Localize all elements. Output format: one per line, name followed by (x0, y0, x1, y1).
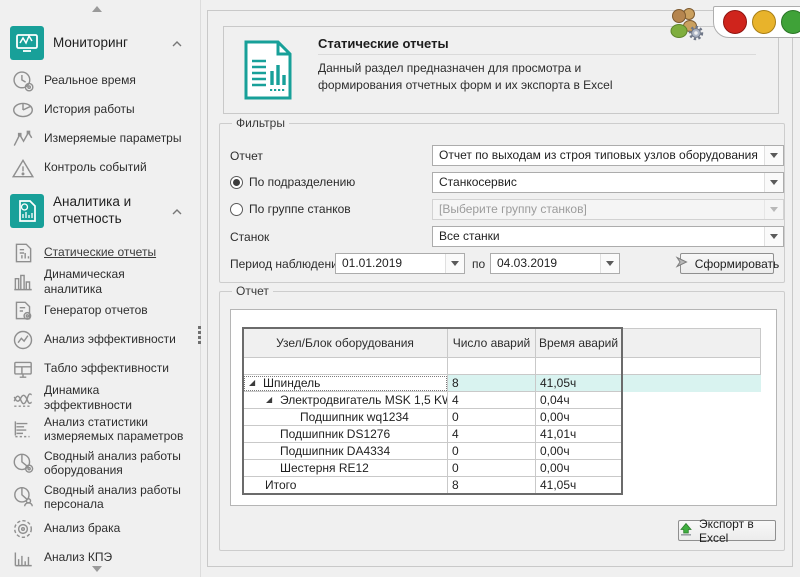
radio-selected-icon[interactable] (230, 176, 243, 189)
pie-person-icon (11, 485, 35, 509)
filters-groupbox: Фильтры Отчет Отчет по выходам из строя … (219, 123, 785, 283)
page-description: Данный раздел предназначен для просмотра… (318, 60, 636, 94)
chevron-up-icon[interactable] (172, 36, 182, 50)
generate-button[interactable]: Сформировать (680, 253, 774, 274)
red-light[interactable] (723, 10, 747, 34)
column-header-failures-time[interactable]: Время аварий (536, 328, 622, 358)
division-select[interactable]: Станкосервис (432, 172, 784, 193)
table-row[interactable]: Электродвигатель MSK 1,5 KW WC 4 0,04ч (243, 392, 761, 409)
report-view: Узел/Блок оборудования Число аварий Врем… (230, 309, 777, 506)
report-label: Отчет (230, 149, 263, 163)
sidebar-item-report-generator[interactable]: Генератор отчетов (0, 296, 196, 325)
report-document-icon (11, 241, 35, 265)
report-table: Узел/Блок оборудования Число аварий Врем… (243, 328, 761, 494)
dropdown-arrow-icon[interactable] (764, 173, 783, 192)
dropdown-arrow-icon[interactable] (764, 146, 783, 165)
sidebar-item-event-control[interactable]: Контроль событий (0, 153, 196, 182)
expand-icon[interactable] (249, 379, 255, 387)
report-page-icon (240, 38, 296, 102)
report-groupbox: Отчет Узел/Блок оборудования Число авари… (219, 291, 785, 551)
pie-gear-icon (11, 451, 35, 475)
machine-select[interactable]: Все станки (432, 226, 784, 247)
splitter-line (200, 0, 201, 577)
table-row[interactable]: Подшипник DS1276 4 41,01ч (243, 426, 761, 443)
sidebar-item-dynamic-analytics[interactable]: Динамическая аналитика (0, 267, 196, 296)
table-row[interactable]: Шпиндель 8 41,05ч (243, 375, 761, 392)
warning-triangle-icon (11, 156, 35, 180)
dashboard-monitor-icon (11, 357, 35, 381)
sidebar-item-summary-equipment[interactable]: Сводный анализ работы оборудования (0, 446, 196, 480)
column-header-failures-count[interactable]: Число аварий (448, 328, 536, 358)
machine-label: Станок (230, 230, 269, 244)
filters-legend: Фильтры (232, 116, 289, 130)
table-row[interactable]: Подшипник DA4334 0 0,00ч (243, 443, 761, 460)
monitoring-icon (10, 26, 44, 60)
radio-unselected-icon[interactable] (230, 203, 243, 216)
table-header-row: Узел/Блок оборудования Число аварий Врем… (243, 328, 761, 358)
period-from-datepicker[interactable]: 01.01.2019 (335, 253, 465, 274)
sidebar-item-realtime[interactable]: Реальное время (0, 66, 196, 95)
sidebar-item-measured-stats-analysis[interactable]: Анализ статистики измеряемых параметров (0, 412, 196, 446)
sidebar-item-measured-parameters[interactable]: Измеряемые параметры (0, 124, 196, 153)
column-header-equipment[interactable]: Узел/Блок оборудования (243, 328, 448, 358)
section-label: Мониторинг (53, 35, 165, 52)
export-excel-button[interactable]: Экспорт в Excel (678, 520, 776, 541)
by-machine-group-radio[interactable]: По группе станков (230, 202, 351, 216)
gear-circle-icon (11, 517, 35, 541)
status-lights (713, 6, 800, 38)
sidebar-item-summary-personnel[interactable]: Сводный анализ работы персонала (0, 480, 196, 514)
dropdown-arrow-icon[interactable] (600, 254, 619, 273)
sidebar-section-analytics[interactable]: Аналитика и отчетность (0, 188, 196, 234)
period-to-datepicker[interactable]: 04.03.2019 (490, 253, 620, 274)
sidebar: Мониторинг Реальное время История работы… (0, 0, 196, 577)
chevron-up-icon[interactable] (172, 204, 182, 218)
line-chart-icon (11, 127, 35, 151)
column-header-empty (622, 328, 761, 358)
title-separator (318, 54, 756, 55)
analytics-icon (10, 194, 44, 228)
dropdown-arrow-icon (764, 200, 783, 219)
report-legend: Отчет (232, 284, 273, 298)
table-row-total[interactable]: Итого 8 41,05ч (243, 477, 761, 494)
bar-chart-icon (11, 270, 35, 294)
histogram-icon (11, 546, 35, 570)
table-row[interactable]: Подшипник wq1234 0 0,00ч (243, 409, 761, 426)
by-division-radio[interactable]: По подразделению (230, 175, 355, 189)
sidebar-item-static-reports[interactable]: Статические отчеты (0, 238, 196, 267)
splitter-handle[interactable] (196, 324, 203, 346)
yellow-light[interactable] (752, 10, 776, 34)
sidebar-item-work-history[interactable]: История работы (0, 95, 196, 124)
sidebar-item-efficiency-analysis[interactable]: Анализ эффективности (0, 325, 196, 354)
clock-icon (11, 69, 35, 93)
report-select[interactable]: Отчет по выходам из строя типовых узлов … (432, 145, 784, 166)
machine-group-select: [Выберите группу станков] (432, 199, 784, 220)
sidebar-scroll-up-icon[interactable] (92, 6, 102, 12)
sidebar-item-efficiency-dynamics[interactable]: Динамика эффективности (0, 383, 196, 412)
horizontal-bars-icon (11, 417, 35, 441)
document-gear-icon (11, 299, 35, 323)
table-row[interactable]: Шестерня RE12 0 0,00ч (243, 460, 761, 477)
table-filter-row[interactable] (243, 358, 761, 375)
green-light[interactable] (781, 10, 800, 34)
trend-circle-icon (11, 328, 35, 352)
sidebar-scroll-down-icon[interactable] (92, 566, 102, 572)
generate-arrow-icon (675, 256, 689, 271)
main-panel: Статические отчеты Данный раздел предназ… (207, 10, 793, 567)
page-title: Статические отчеты (318, 36, 449, 51)
dropdown-arrow-icon[interactable] (445, 254, 464, 273)
period-to-label: по (472, 257, 485, 271)
section-label: Аналитика и отчетность (53, 194, 165, 228)
expand-icon[interactable] (266, 396, 272, 404)
waves-chart-icon (11, 386, 35, 410)
sidebar-item-efficiency-board[interactable]: Табло эффективности (0, 354, 196, 383)
users-settings-icon[interactable] (664, 5, 706, 41)
sidebar-section-monitoring[interactable]: Мониторинг (0, 22, 196, 64)
dropdown-arrow-icon[interactable] (764, 227, 783, 246)
pie-disk-icon (11, 98, 35, 122)
export-arrow-icon (679, 522, 693, 539)
sidebar-item-defect-analysis[interactable]: Анализ брака (0, 514, 196, 543)
